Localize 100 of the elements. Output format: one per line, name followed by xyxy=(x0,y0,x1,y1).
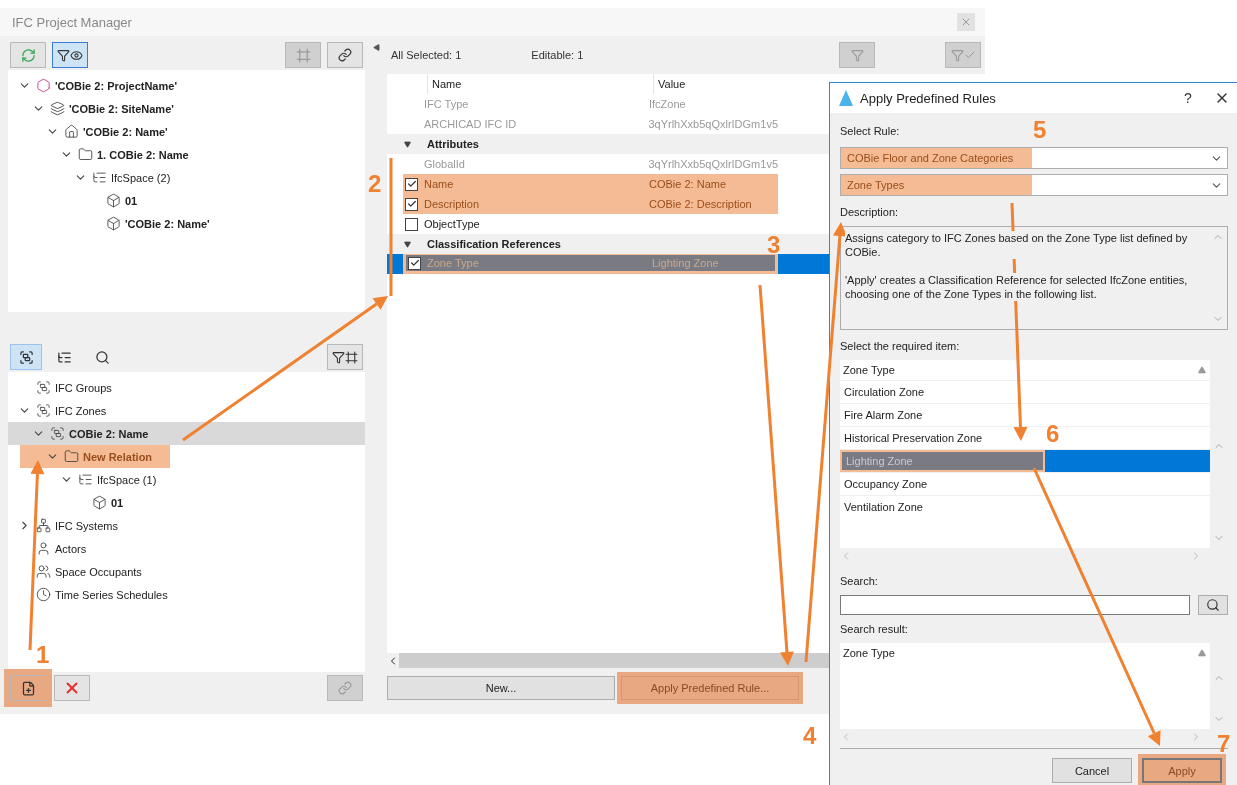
house-icon xyxy=(64,124,79,139)
search-icon xyxy=(1206,598,1220,612)
box-icon xyxy=(106,216,121,231)
link-button[interactable] xyxy=(327,42,363,68)
check-icon xyxy=(409,258,420,268)
filter-button[interactable] xyxy=(327,344,363,370)
checkbox[interactable] xyxy=(405,217,418,231)
tree-label: 'COBie 2: Name' xyxy=(83,125,168,138)
checkbox[interactable] xyxy=(405,177,418,191)
user-icon xyxy=(36,541,51,556)
property-name: ARCHICAD IFC ID xyxy=(423,118,518,130)
tree-label: 'COBie 2: Name' xyxy=(125,217,210,230)
group-icon xyxy=(36,380,51,395)
column-header[interactable]: Zone Type xyxy=(843,364,895,376)
tree-label: IFC Zones xyxy=(55,404,107,417)
file-plus-icon xyxy=(20,680,36,696)
users-icon xyxy=(36,564,51,579)
collapse-icon[interactable] xyxy=(403,240,411,248)
box-icon xyxy=(106,193,121,208)
tree-label: COBie 2: Name xyxy=(69,427,149,440)
tree-item[interactable]: COBie 2: Name xyxy=(8,422,365,445)
tree-label: IfcSpace (2) xyxy=(111,171,171,184)
check-icon xyxy=(963,49,976,61)
property-value: IfcZone xyxy=(649,98,686,110)
selected-count: All Selected: 1 xyxy=(391,49,462,61)
search-button[interactable] xyxy=(1198,595,1228,615)
window-title: IFC Project Manager xyxy=(12,14,132,30)
tree-label: IFC Groups xyxy=(55,381,112,394)
tree-item[interactable]: IfcSpace (1) xyxy=(8,468,365,491)
collapse-icon[interactable] xyxy=(372,44,380,51)
delete-button[interactable] xyxy=(54,675,90,701)
tree-item[interactable]: Actors xyxy=(8,537,365,560)
view-tab[interactable] xyxy=(10,344,42,370)
group-header: Classification References xyxy=(427,238,561,250)
field-label: Search result: xyxy=(840,623,908,635)
group-icon xyxy=(36,403,51,418)
property-value: 3qYrlhXxb5qQxlrIDGm1v5 xyxy=(648,158,778,170)
rule-dropdown[interactable]: Zone Types xyxy=(840,174,1228,196)
rule-dropdown[interactable]: COBie Floor and Zone Categories xyxy=(840,147,1228,169)
filter-eye-button[interactable] xyxy=(52,42,88,68)
list-tree-icon xyxy=(92,170,107,185)
property-name: Description xyxy=(424,198,481,210)
tree-label: 'COBie 2: SiteName' xyxy=(69,102,174,115)
check-icon xyxy=(406,179,417,189)
field-label: Search: xyxy=(840,575,878,587)
sort-icon[interactable] xyxy=(1198,366,1206,374)
clock-icon xyxy=(36,587,51,602)
tree-label: 1. COBie 2: Name xyxy=(97,148,189,161)
push-button[interactable]: New... xyxy=(387,676,615,700)
network-icon xyxy=(36,518,51,533)
layers-icon xyxy=(50,101,65,116)
tree-item[interactable]: Time Series Schedules xyxy=(8,583,365,606)
tree-item[interactable]: IFC Zones xyxy=(8,399,365,422)
tree-label: Actors xyxy=(55,542,87,555)
property-value: COBie 2: Name xyxy=(649,178,727,190)
tree-label: IFC Systems xyxy=(55,519,118,532)
list-tree-icon xyxy=(56,349,72,365)
folder-icon xyxy=(78,147,93,162)
tree-label: IfcSpace (1) xyxy=(97,473,157,486)
step-number: 4 xyxy=(803,724,817,748)
property-name: IFC Type xyxy=(424,98,470,110)
group-icon xyxy=(50,426,65,441)
sort-icon[interactable] xyxy=(1198,649,1206,657)
field-label: Select Rule: xyxy=(840,125,900,137)
tree-item[interactable]: New Relation xyxy=(8,445,365,468)
tree-label: Space Occupants xyxy=(55,565,142,578)
tree-label: New Relation xyxy=(83,450,153,463)
group-header: Attributes xyxy=(427,138,479,150)
help-button[interactable]: ? xyxy=(1168,89,1208,107)
editable-count: Editable: 1 xyxy=(531,49,584,61)
frame-icon xyxy=(295,47,311,63)
dialog-button[interactable]: Cancel xyxy=(1052,758,1132,783)
checkbox[interactable] xyxy=(405,197,418,211)
column-header[interactable]: Zone Type xyxy=(843,647,895,659)
property-name: GlobalId xyxy=(423,158,466,170)
tree-label: 01 xyxy=(111,496,124,509)
checkbox[interactable] xyxy=(408,256,421,270)
filter-icon xyxy=(57,48,70,62)
tree-item[interactable]: Space Occupants xyxy=(8,560,365,583)
tree-label: 01 xyxy=(125,194,138,207)
property-value: 3qYrlhXxb5qQxlrIDGm1v5 xyxy=(648,118,778,130)
box-icon xyxy=(92,495,107,510)
folder-icon xyxy=(64,449,79,464)
filter-check-button[interactable] xyxy=(945,42,981,68)
property-value: COBie 2: Description xyxy=(649,198,752,210)
step-number: 1 xyxy=(36,643,50,667)
tree-item[interactable]: IFC Systems xyxy=(8,514,365,537)
eye-icon xyxy=(70,48,83,62)
link-icon xyxy=(338,681,352,695)
refresh-icon xyxy=(20,47,36,63)
collapse-icon[interactable] xyxy=(403,140,411,148)
tree-item[interactable]: IFC Groups xyxy=(8,376,365,399)
property-value: Lighting Zone xyxy=(652,257,719,269)
step-number: 5 xyxy=(1033,118,1047,142)
search-field[interactable] xyxy=(840,595,1190,615)
tree-item[interactable]: 01 xyxy=(8,491,365,514)
filter-icon xyxy=(950,48,964,62)
filter-icon xyxy=(850,48,864,62)
field-label: Select the required item: xyxy=(840,340,960,352)
property-name: ObjectType xyxy=(424,218,481,230)
